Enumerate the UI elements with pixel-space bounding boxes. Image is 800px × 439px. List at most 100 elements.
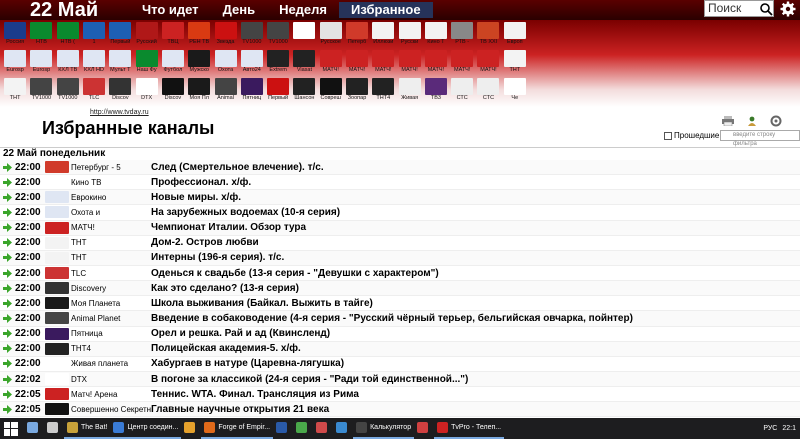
expand-arrow-icon[interactable] [3,374,12,384]
channel-logo[interactable]: МАТЧ! [318,50,344,74]
channel-logo[interactable]: Охота [212,50,238,74]
channel-logo[interactable]: МАТЧ! [370,50,396,74]
channel-name[interactable]: ТНТ4 [71,344,151,353]
channel-logo[interactable]: Наш Фу [133,50,159,74]
site-url-link[interactable]: http://www.tvday.ru [90,109,149,116]
channel-name[interactable]: Живая планета [71,359,151,368]
expand-arrow-icon[interactable] [3,359,12,369]
channel-logo[interactable]: Мужско [186,50,212,74]
channel-name[interactable]: Охота и [71,208,151,217]
schedule-row[interactable]: 22:00 Кино ТВ Профессионал. х/ф. [0,175,800,191]
channel-logo[interactable]: TLC [81,78,107,102]
channel-logo[interactable]: Animal [212,78,238,102]
search-icon[interactable] [759,2,773,16]
show-title[interactable]: Оденься к свадьбе (13-я серия - "Девушки… [151,268,439,279]
channel-name[interactable]: МАТЧ! [71,223,151,232]
channel-name[interactable]: Моя Планета [71,299,151,308]
channel-logo[interactable]: TV1000 [265,22,291,46]
gear-icon[interactable] [780,1,796,17]
channel-name[interactable]: Петербург - 5 [71,163,151,172]
channel-logo[interactable]: КХЛ ТВ [55,50,81,74]
taskbar-item[interactable] [181,418,201,439]
show-title[interactable]: След (Смертельное влечение). т/с. [151,162,324,173]
taskbar-item[interactable]: Forge of Empir... [201,418,274,439]
channel-logo[interactable]: Viasat [291,50,317,74]
channel-logo[interactable]: Европ [502,22,528,46]
expand-arrow-icon[interactable] [3,162,12,172]
channel-logo[interactable]: Discov [160,78,186,102]
channel-logo[interactable]: TV1000 [55,78,81,102]
channel-logo[interactable]: TV1000 [28,78,54,102]
show-title[interactable]: Школа выживания (Байкал. Выжить в тайге) [151,298,373,309]
schedule-row[interactable]: 22:02 DTX В погоне за классикой (24-я сери… [0,371,800,388]
channel-logo[interactable]: Совреш [318,78,344,102]
taskbar-item[interactable] [273,418,293,439]
channel-logo[interactable]: Русски [396,22,422,46]
channel-name[interactable]: Пятница [71,329,151,338]
show-title[interactable]: Главные научные открытия 21 века [151,404,329,415]
channel-logo[interactable]: Шансон [291,78,317,102]
show-title[interactable]: Полицейская академия-5. х/ф. [151,343,301,354]
expand-arrow-icon[interactable] [3,253,12,263]
checkbox-box[interactable] [664,131,672,140]
taskbar-item[interactable] [414,418,434,439]
channel-logo[interactable]: РЕН ТВ [186,22,212,46]
channel-name[interactable]: Animal Planet [71,314,151,323]
taskbar-item[interactable] [333,418,353,439]
channel-logo[interactable]: Зоопар [344,78,370,102]
channel-name[interactable]: DTX [71,375,151,384]
schedule-row[interactable]: 22:05 Матч! Арена Теннис. WTA. Финал. Тран… [0,387,800,403]
taskbar-item[interactable] [313,418,333,439]
nav-tab[interactable]: Избранное [339,2,433,18]
expand-arrow-icon[interactable] [3,389,12,399]
channel-logo[interactable] [291,22,317,46]
schedule-row[interactable]: 22:00 ТНТ Интерны (196-я серия). т/с. [0,250,800,266]
schedule-row[interactable]: 22:00 Охота и На зарубежных водоемах (10-я… [0,205,800,221]
channel-name[interactable]: Совершенно Секретно [71,405,151,414]
schedule-row[interactable]: 22:00 ТНТ Дом-2. Остров любви [0,236,800,251]
expand-arrow-icon[interactable] [3,404,12,414]
print-icon[interactable] [722,116,734,126]
channel-logo[interactable]: Россия [2,22,28,46]
show-title[interactable]: Профессионал. х/ф. [151,177,251,188]
show-title[interactable]: Дом-2. Остров любви [151,237,259,248]
channel-name[interactable]: Матч! Арена [71,390,151,399]
schedule-row[interactable]: 22:05 Совершенно Секретно Главные научные … [0,402,800,418]
schedule-row[interactable]: 22:00 Animal Planet Введение в собаководен… [0,311,800,327]
channel-logo[interactable]: Живая [396,78,422,102]
channel-logo[interactable]: ТНТ4 [370,78,396,102]
channel-logo[interactable]: 1 [81,22,107,46]
show-title[interactable]: На зарубежных водоемах (10-я серия) [151,207,340,218]
channel-logo[interactable]: ТВЦ [160,22,186,46]
channel-logo[interactable]: КХЛ HD [81,50,107,74]
channel-logo[interactable]: Авто24 [239,50,265,74]
taskbar-item[interactable] [24,418,44,439]
clock[interactable]: 22:1 [782,425,796,432]
channel-name[interactable]: Кино ТВ [71,178,151,187]
expand-arrow-icon[interactable] [3,298,12,308]
expand-arrow-icon[interactable] [3,223,12,233]
channel-logo[interactable]: Футбол [160,50,186,74]
channel-logo[interactable]: Eurosp [2,50,28,74]
channel-name[interactable]: TLC [71,269,151,278]
expand-arrow-icon[interactable] [3,177,12,187]
taskbar-item[interactable] [44,418,64,439]
channel-name[interactable]: ТНТ [71,253,151,262]
channel-logo[interactable]: Иллюзи [370,22,396,46]
channel-logo[interactable]: Кино Т [423,22,449,46]
taskbar-item[interactable] [293,418,313,439]
show-title[interactable]: Новые миры. х/ф. [151,192,241,203]
show-title[interactable]: Хабургаев в натуре (Царевна-лягушка) [151,358,344,369]
channel-logo[interactable]: СТС [449,78,475,102]
channel-logo[interactable]: МАТЧ! [396,50,422,74]
schedule-row[interactable]: 22:00 Петербург - 5 След (Смертельное влеч… [0,160,800,176]
channel-name[interactable]: Еврокино [71,193,151,202]
show-title[interactable]: Введение в собаководение (4-я серия - "Р… [151,313,633,324]
channel-logo[interactable]: DTX [133,78,159,102]
schedule-row[interactable]: 22:00 Моя Планета Школа выживания (Байкал.… [0,296,800,312]
channel-name[interactable]: Discovery [71,284,151,293]
channel-logo[interactable]: TV1000 [239,22,265,46]
channel-logo[interactable]: МАТЧ! [344,50,370,74]
expand-arrow-icon[interactable] [3,238,12,248]
channel-logo[interactable]: Пятниц [239,78,265,102]
